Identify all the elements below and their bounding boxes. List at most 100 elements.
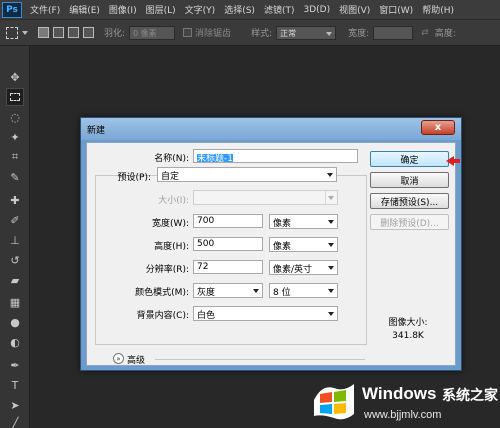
- type-icon[interactable]: T: [6, 376, 24, 394]
- background-select[interactable]: 白色: [193, 306, 338, 321]
- menu-filter[interactable]: 滤镜(T): [264, 3, 295, 16]
- resolution-unit-select[interactable]: 像素/英寸: [269, 260, 338, 275]
- background-value: 白色: [197, 311, 216, 321]
- style-select[interactable]: 正常: [276, 25, 337, 40]
- dialog-titlebar[interactable]: 新建 x: [81, 118, 461, 140]
- dialog-title: 新建: [87, 126, 106, 136]
- width-unit-value: 像素: [273, 219, 292, 229]
- move-icon[interactable]: ✥: [6, 68, 24, 86]
- width-input[interactable]: [373, 25, 414, 40]
- size-label: 大小(I):: [158, 196, 189, 206]
- chevron-down-icon: [327, 173, 333, 177]
- eyedropper-icon[interactable]: ✎: [6, 168, 24, 186]
- name-input[interactable]: 未标题-1: [193, 149, 358, 163]
- save-preset-button[interactable]: 存储预设(S)...: [370, 193, 449, 209]
- healing-icon[interactable]: ✚: [6, 191, 24, 209]
- cancel-button[interactable]: 取消: [370, 172, 449, 188]
- intersect-selection-icon[interactable]: [83, 27, 94, 38]
- path-select-icon[interactable]: ➤: [6, 396, 24, 414]
- color-mode-label: 颜色模式(M):: [135, 288, 189, 298]
- lasso-icon[interactable]: ◌: [6, 108, 24, 126]
- feather-input[interactable]: 0 像素: [129, 25, 176, 40]
- image-size-label: 图像大小:: [388, 318, 428, 328]
- close-button[interactable]: x: [421, 120, 455, 135]
- menu-file[interactable]: 文件(F): [30, 3, 60, 16]
- watermark: Windows 系统之家 www.bjjmlv.com: [300, 372, 500, 428]
- expand-advanced-icon[interactable]: »: [113, 353, 124, 364]
- height-label: 高度(H):: [154, 242, 189, 252]
- windows-logo-icon: [314, 384, 354, 420]
- add-selection-icon[interactable]: [53, 27, 64, 38]
- feather-label: 羽化:: [104, 29, 126, 39]
- resolution-label: 分辨率(R):: [145, 265, 189, 275]
- shape-icon[interactable]: ╱: [6, 414, 24, 428]
- width-unit-select[interactable]: 像素: [269, 214, 338, 229]
- width-label: 宽度:: [348, 29, 370, 39]
- bit-depth-select[interactable]: 8 位: [269, 283, 338, 298]
- dialog-body: 名称(N): 未标题-1 预设(P): 自定 大小(I): 宽度(W): 700…: [86, 142, 456, 366]
- divider: [155, 359, 365, 360]
- history-brush-icon[interactable]: ↺: [6, 251, 24, 269]
- menu-select[interactable]: 选择(S): [224, 3, 255, 16]
- name-label: 名称(N):: [154, 154, 189, 164]
- size-select: [193, 190, 338, 205]
- chevron-down-icon[interactable]: [22, 30, 28, 35]
- background-label: 背景内容(C):: [136, 311, 189, 321]
- swap-icon[interactable]: ⇄: [421, 28, 429, 38]
- resolution-input[interactable]: 72: [193, 260, 263, 274]
- name-value: 未标题-1: [197, 154, 233, 163]
- chevron-down-icon: [328, 312, 334, 316]
- menu-view[interactable]: 视图(V): [339, 3, 370, 16]
- menu-window[interactable]: 窗口(W): [379, 3, 413, 16]
- bit-depth-value: 8 位: [273, 288, 291, 298]
- ok-button[interactable]: 确定: [370, 151, 449, 167]
- height-unit-select[interactable]: 像素: [269, 237, 338, 252]
- marquee-icon[interactable]: [6, 88, 24, 106]
- new-selection-icon[interactable]: [38, 27, 49, 38]
- magic-wand-icon[interactable]: ✦: [6, 128, 24, 146]
- photoshop-logo: Ps: [2, 1, 22, 18]
- marquee-tool-preset-icon[interactable]: [6, 26, 18, 39]
- antialias-checkbox[interactable]: [183, 28, 193, 37]
- menu-image[interactable]: 图像(I): [109, 3, 137, 16]
- watermark-brand-cn: 系统之家: [442, 388, 498, 404]
- resolution-unit-value: 像素/英寸: [273, 265, 313, 275]
- gradient-icon[interactable]: ▦: [6, 293, 24, 311]
- color-mode-select[interactable]: 灰度: [193, 283, 263, 298]
- crop-icon[interactable]: ⌗: [6, 148, 24, 166]
- stamp-icon[interactable]: ⊥: [6, 231, 24, 249]
- chevron-down-icon: [328, 266, 334, 270]
- watermark-brand: Windows: [362, 384, 437, 403]
- chevron-down-icon: [328, 220, 334, 224]
- brush-icon[interactable]: ✐: [6, 211, 24, 229]
- eraser-icon[interactable]: ▰: [6, 271, 24, 289]
- menu-bar: Ps 文件(F) 编辑(E) 图像(I) 图层(L) 文字(Y) 选择(S) 滤…: [0, 0, 500, 20]
- preset-label: 预设(P):: [117, 173, 151, 183]
- height-label: 高度:: [434, 29, 456, 39]
- height-unit-value: 像素: [273, 242, 292, 252]
- menu-type[interactable]: 文字(Y): [185, 3, 216, 16]
- options-bar: 羽化: 0 像素 消除锯齿 样式: 正常 宽度: ⇄ 高度:: [0, 20, 500, 46]
- menu-3d[interactable]: 3D(D): [303, 5, 330, 15]
- width-input[interactable]: 700: [193, 214, 263, 228]
- menu-edit[interactable]: 编辑(E): [69, 3, 100, 16]
- delete-preset-button: 删除预设(D)...: [370, 214, 449, 230]
- menu-layer[interactable]: 图层(L): [146, 3, 176, 16]
- style-label: 样式:: [251, 29, 273, 39]
- chevron-down-icon: [328, 243, 334, 247]
- menu-help[interactable]: 帮助(H): [422, 3, 454, 16]
- chevron-down-icon: [253, 289, 259, 293]
- pen-icon[interactable]: ✒: [6, 356, 24, 374]
- chevron-down-icon: [328, 196, 334, 200]
- image-size-value: 341.8K: [392, 331, 424, 341]
- subtract-selection-icon[interactable]: [68, 27, 79, 38]
- annotation-arrow-icon: [446, 156, 460, 166]
- dodge-icon[interactable]: ◐: [6, 333, 24, 351]
- height-input[interactable]: 500: [193, 237, 263, 251]
- color-mode-value: 灰度: [197, 288, 216, 298]
- preset-select[interactable]: 自定: [157, 167, 337, 182]
- chevron-down-icon: [328, 289, 334, 293]
- width-label: 宽度(W):: [152, 219, 189, 229]
- blur-icon[interactable]: ●: [6, 313, 24, 331]
- advanced-label[interactable]: 高级: [127, 353, 145, 366]
